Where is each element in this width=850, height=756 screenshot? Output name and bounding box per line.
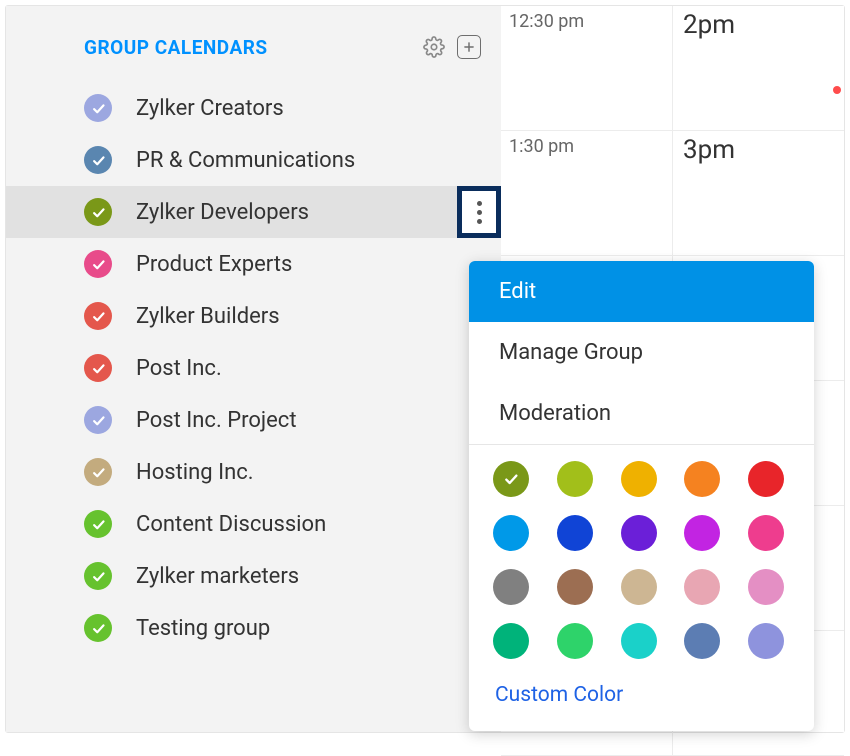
color-swatch[interactable] xyxy=(621,569,657,605)
checkmark-icon[interactable] xyxy=(84,146,112,174)
color-swatch[interactable] xyxy=(684,461,720,497)
menu-item-moderation[interactable]: Moderation xyxy=(469,383,814,444)
checkmark-icon[interactable] xyxy=(84,94,112,122)
checkmark-icon[interactable] xyxy=(84,250,112,278)
color-swatch[interactable] xyxy=(621,623,657,659)
color-swatch[interactable] xyxy=(557,515,593,551)
time-row: 1:30 pm 3pm xyxy=(501,131,844,256)
color-swatch[interactable] xyxy=(748,515,784,551)
color-swatch[interactable] xyxy=(748,623,784,659)
color-swatch[interactable] xyxy=(493,515,529,551)
calendar-item-label: Zylker Builders xyxy=(136,304,481,329)
time-label-small: 12:30 pm xyxy=(509,11,584,32)
time-label-small: 1:30 pm xyxy=(509,136,574,157)
context-menu: EditManage GroupModeration Custom Color xyxy=(469,261,814,731)
more-options-button[interactable] xyxy=(457,186,501,238)
checkmark-icon[interactable] xyxy=(84,614,112,642)
checkmark-icon[interactable] xyxy=(84,198,112,226)
calendar-item[interactable]: Zylker Builders xyxy=(6,290,501,342)
time-cell[interactable]: 12:30 pm xyxy=(501,6,673,130)
calendar-item-label: Testing group xyxy=(136,616,481,641)
color-swatch[interactable] xyxy=(684,623,720,659)
color-swatch[interactable] xyxy=(621,461,657,497)
calendar-item[interactable]: Product Experts xyxy=(6,238,501,290)
gear-icon[interactable] xyxy=(421,34,447,60)
calendar-item[interactable]: Post Inc. xyxy=(6,342,501,394)
time-row: 12:30 pm 2pm xyxy=(501,6,844,131)
calendar-item[interactable]: Hosting Inc. xyxy=(6,446,501,498)
calendar-item-label: Post Inc. Project xyxy=(136,408,481,433)
calendar-item[interactable]: Zylker Creators xyxy=(6,82,501,134)
calendar-item[interactable]: Zylker Developers xyxy=(6,186,501,238)
calendar-item-label: Zylker Creators xyxy=(136,96,481,121)
color-swatch[interactable] xyxy=(557,569,593,605)
checkmark-icon[interactable] xyxy=(84,354,112,382)
color-grid xyxy=(493,461,790,659)
checkmark-icon[interactable] xyxy=(84,458,112,486)
color-section: Custom Color xyxy=(469,445,814,731)
time-label-large: 3pm xyxy=(683,135,735,165)
calendar-item-label: Hosting Inc. xyxy=(136,460,481,485)
app-container: GROUP CALENDARS Zylker Creators PR & Comm… xyxy=(5,5,845,733)
color-swatch[interactable] xyxy=(493,461,529,497)
calendar-item-label: Zylker Developers xyxy=(136,200,481,225)
sidebar-title: GROUP CALENDARS xyxy=(84,36,421,59)
calendar-item-label: Zylker marketers xyxy=(136,564,481,589)
checkmark-icon[interactable] xyxy=(84,562,112,590)
color-swatch[interactable] xyxy=(621,515,657,551)
more-vertical-icon xyxy=(477,201,482,224)
time-cell[interactable]: 2pm xyxy=(673,6,844,130)
color-swatch[interactable] xyxy=(557,461,593,497)
add-calendar-button[interactable] xyxy=(457,35,481,59)
menu-item-manage-group[interactable]: Manage Group xyxy=(469,322,814,383)
calendar-item[interactable]: Zylker marketers xyxy=(6,550,501,602)
calendar-item-label: Content Discussion xyxy=(136,512,481,537)
color-swatch[interactable] xyxy=(557,623,593,659)
color-swatch[interactable] xyxy=(493,569,529,605)
header-icons xyxy=(421,34,481,60)
color-swatch[interactable] xyxy=(748,569,784,605)
time-label-large: 2pm xyxy=(683,10,735,40)
custom-color-link[interactable]: Custom Color xyxy=(493,679,790,711)
color-swatch[interactable] xyxy=(684,569,720,605)
color-swatch[interactable] xyxy=(748,461,784,497)
checkmark-icon[interactable] xyxy=(84,510,112,538)
calendar-item[interactable]: PR & Communications xyxy=(6,134,501,186)
sidebar: GROUP CALENDARS Zylker Creators PR & Comm… xyxy=(6,6,501,732)
current-time-indicator xyxy=(833,86,841,94)
calendar-item-label: Post Inc. xyxy=(136,356,481,381)
calendar-item[interactable]: Content Discussion xyxy=(6,498,501,550)
time-cell[interactable]: 3pm xyxy=(673,131,844,255)
calendar-item-label: Product Experts xyxy=(136,252,481,277)
color-swatch[interactable] xyxy=(684,515,720,551)
checkmark-icon[interactable] xyxy=(84,302,112,330)
calendar-item[interactable]: Post Inc. Project xyxy=(6,394,501,446)
calendar-list: Zylker Creators PR & Communications Zylker… xyxy=(6,82,501,654)
calendar-item-label: PR & Communications xyxy=(136,148,481,173)
time-cell[interactable]: 1:30 pm xyxy=(501,131,673,255)
checkmark-icon[interactable] xyxy=(84,406,112,434)
color-swatch[interactable] xyxy=(493,623,529,659)
calendar-item[interactable]: Testing group xyxy=(6,602,501,654)
sidebar-header: GROUP CALENDARS xyxy=(6,24,501,82)
menu-item-edit[interactable]: Edit xyxy=(469,261,814,322)
